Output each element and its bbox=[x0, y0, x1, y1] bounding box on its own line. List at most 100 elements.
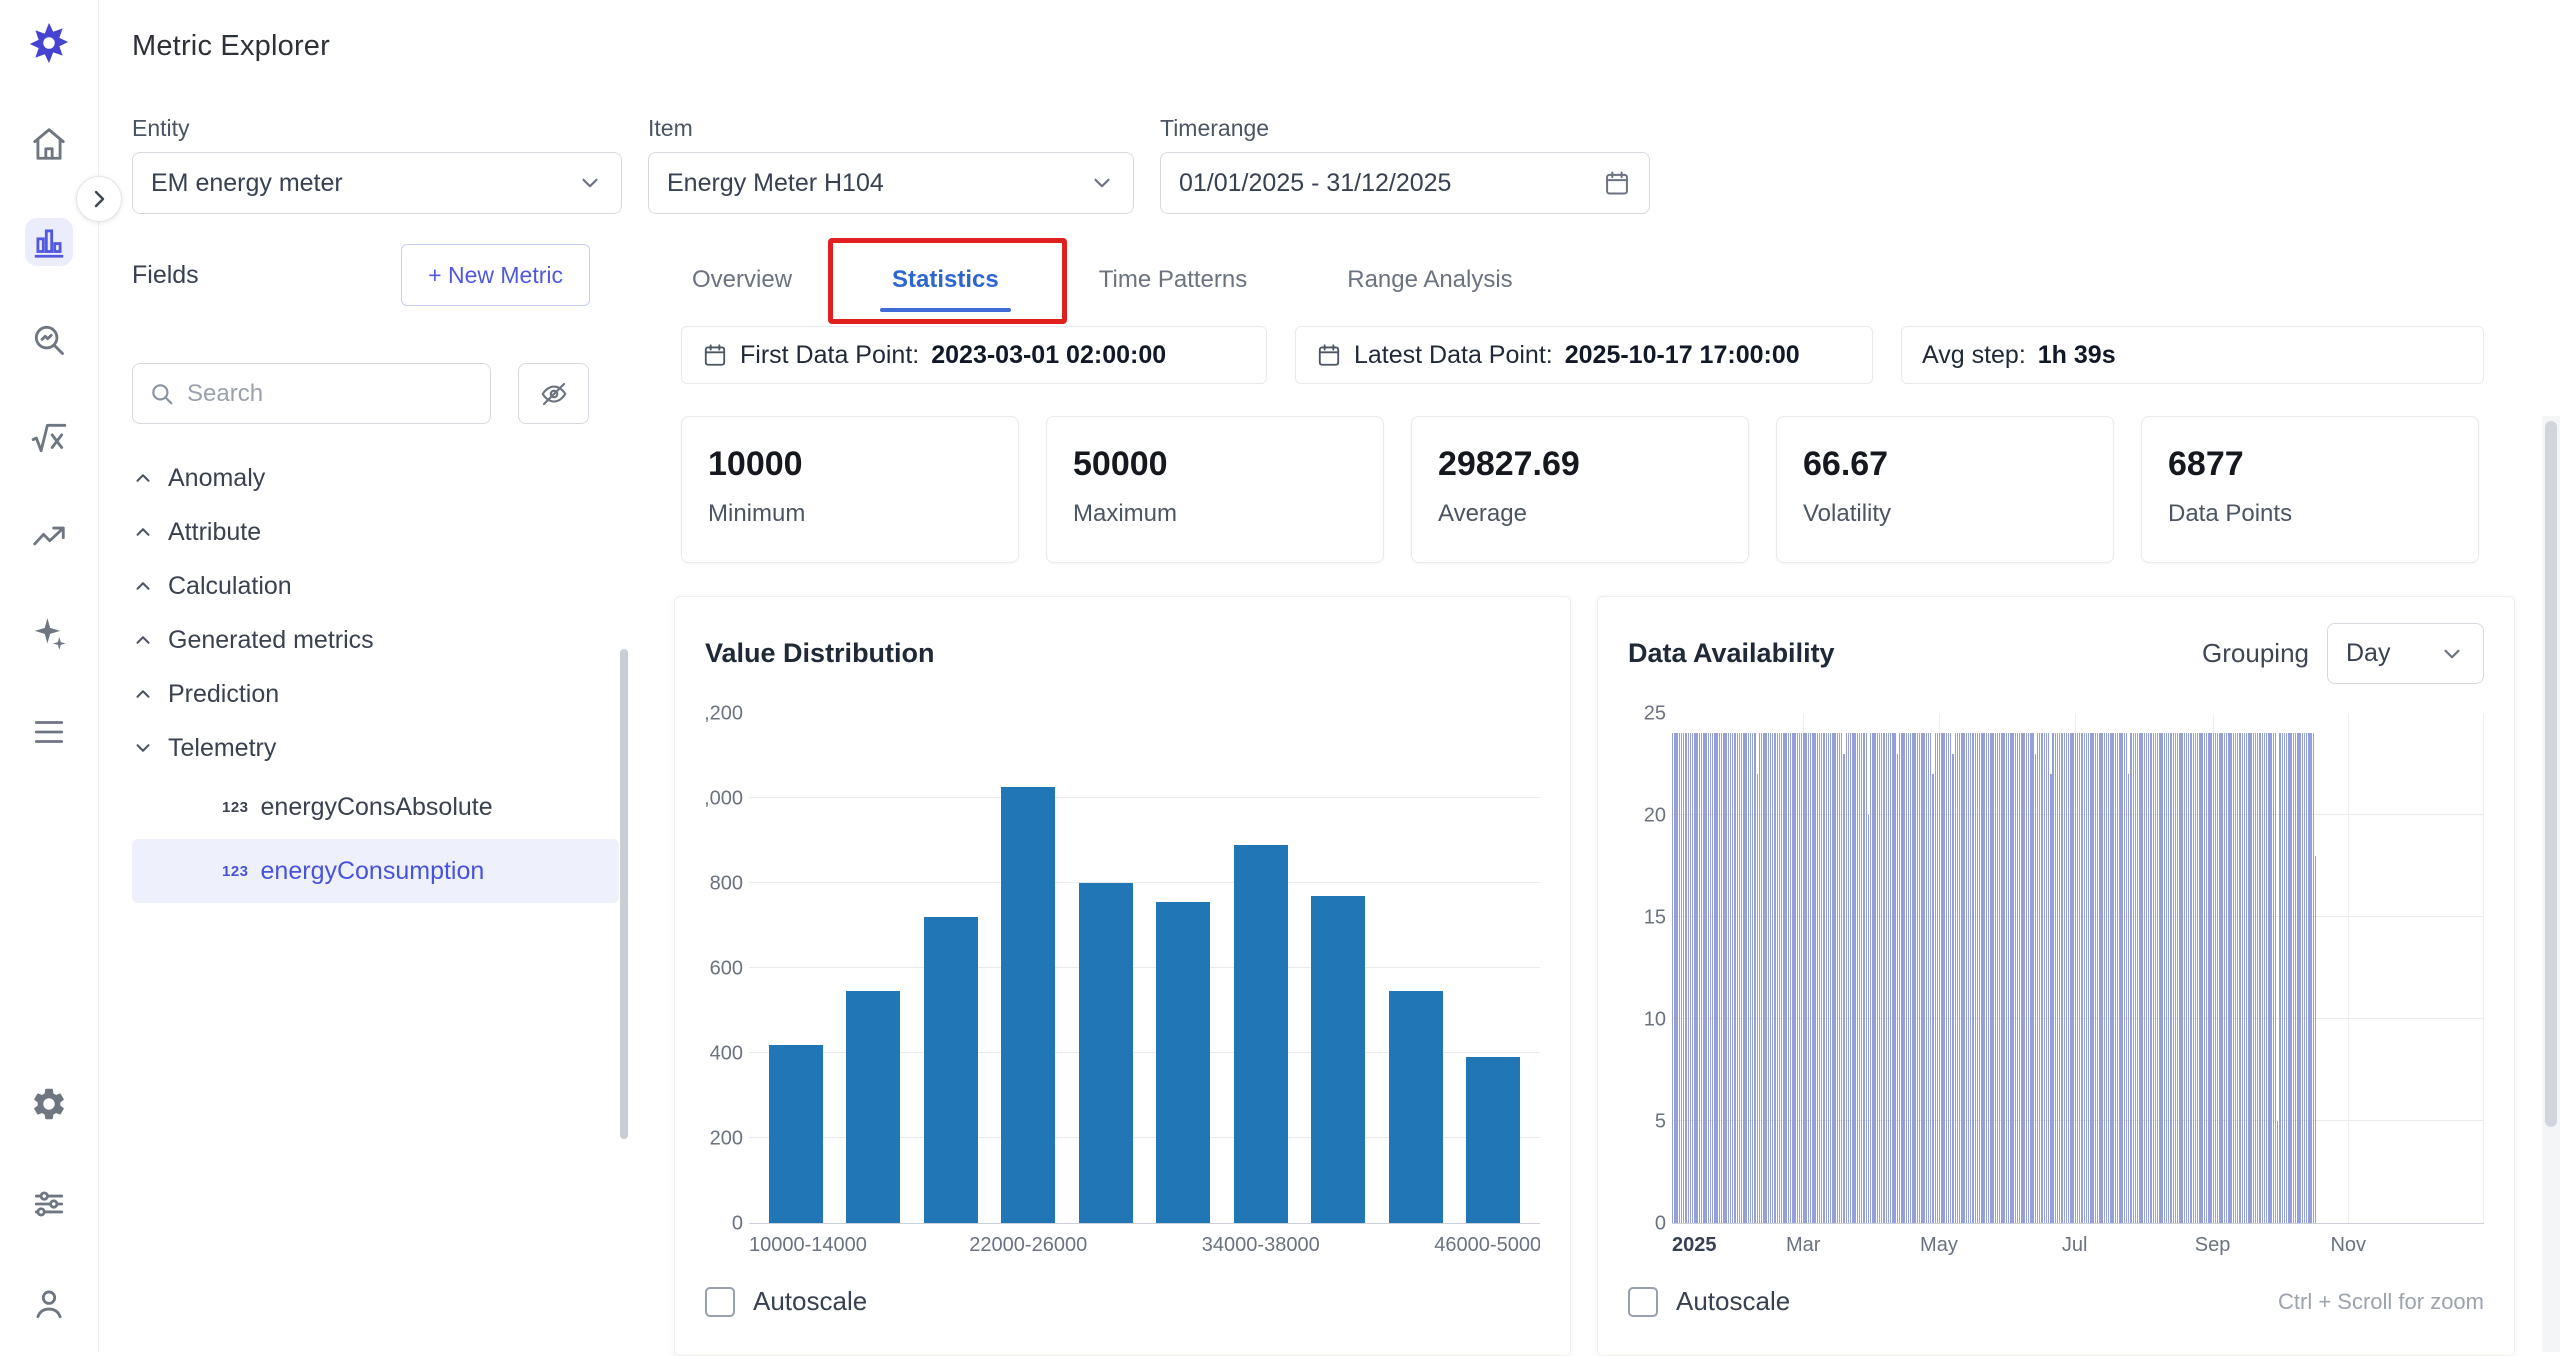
da-bar bbox=[1688, 733, 1689, 1223]
da-bar bbox=[2112, 733, 2113, 1223]
da-bar bbox=[1721, 733, 1722, 1223]
rail-item-ai-features[interactable] bbox=[25, 610, 73, 658]
field-item-energyConsumption[interactable]: 123energyConsumption bbox=[132, 839, 619, 903]
da-bar bbox=[2199, 733, 2200, 1223]
da-bar bbox=[2001, 733, 2002, 1223]
rail-item-home[interactable] bbox=[25, 120, 73, 168]
da-bar bbox=[1859, 733, 1860, 1223]
da-bar bbox=[2284, 733, 2285, 1223]
da-bar bbox=[2046, 733, 2047, 1223]
timerange-input[interactable]: 01/01/2025 - 31/12/2025 bbox=[1160, 152, 1650, 214]
stat-label: Volatility bbox=[1803, 500, 2113, 528]
da-bar bbox=[1832, 733, 1833, 1223]
stat-card-volatility: 66.67 Volatility bbox=[1776, 416, 2114, 563]
tab-range-analysis[interactable]: Range Analysis bbox=[1347, 244, 1512, 316]
timerange-label: Timerange bbox=[1160, 115, 1650, 142]
da-bar bbox=[2084, 733, 2085, 1223]
window-scrollbar bbox=[2542, 416, 2560, 1352]
da-bar bbox=[2128, 774, 2129, 1223]
tab-overview[interactable]: Overview bbox=[692, 244, 792, 316]
da-bar bbox=[1857, 733, 1858, 1223]
item-select[interactable]: Energy Meter H104 bbox=[648, 152, 1134, 214]
da-bar bbox=[2188, 733, 2189, 1223]
da-bar bbox=[2270, 733, 2271, 1223]
vd-autoscale-checkbox[interactable] bbox=[705, 1287, 735, 1317]
chip-label: Latest Data Point: bbox=[1354, 341, 1553, 370]
search-input[interactable] bbox=[187, 380, 474, 408]
chevron-down-icon bbox=[577, 170, 603, 196]
da-bar bbox=[2221, 733, 2222, 1223]
da-bar bbox=[2081, 733, 2082, 1223]
rail-item-formulas[interactable] bbox=[25, 414, 73, 462]
tab-time-patterns[interactable]: Time Patterns bbox=[1099, 244, 1248, 316]
da-bar bbox=[1705, 733, 1706, 1223]
field-group-anomaly[interactable]: Anomaly bbox=[132, 451, 630, 505]
field-item-energyConsAbsolute[interactable]: 123energyConsAbsolute bbox=[132, 775, 619, 839]
rail-item-metric-explorer[interactable] bbox=[25, 218, 73, 266]
rail-item-preferences[interactable] bbox=[25, 1180, 73, 1228]
tab-statistics[interactable]: Statistics bbox=[892, 244, 999, 316]
da-bar bbox=[2315, 856, 2316, 1223]
vd-x-tick-label: 10000-14000 bbox=[749, 1234, 867, 1257]
da-bar bbox=[2010, 733, 2011, 1223]
rail-item-trends[interactable] bbox=[25, 512, 73, 560]
da-bar bbox=[2239, 733, 2240, 1223]
da-bar bbox=[1943, 733, 1944, 1223]
da-bar bbox=[1894, 733, 1895, 1223]
da-bar bbox=[1963, 733, 1964, 1223]
da-bar bbox=[1872, 733, 1873, 1223]
rail-item-account[interactable] bbox=[25, 1280, 73, 1328]
da-bar bbox=[1897, 754, 1898, 1223]
tab-bar: Overview Statistics Time Patterns Range Ana… bbox=[674, 244, 2560, 316]
da-bar bbox=[1941, 733, 1942, 1223]
da-autoscale-checkbox[interactable] bbox=[1628, 1287, 1658, 1317]
chevron-down-icon bbox=[2439, 641, 2465, 667]
vd-bar bbox=[1389, 991, 1443, 1223]
field-group-attribute[interactable]: Attribute bbox=[132, 505, 630, 559]
window-scrollbar-thumb[interactable] bbox=[2545, 421, 2557, 1127]
da-bar bbox=[2310, 733, 2311, 1223]
da-bar bbox=[1797, 733, 1798, 1223]
da-bar bbox=[2135, 733, 2136, 1223]
da-bar bbox=[2124, 733, 2125, 1223]
new-metric-button[interactable]: + New Metric bbox=[401, 244, 590, 306]
field-item-label: energyConsAbsolute bbox=[261, 793, 493, 822]
field-group-generated-metrics[interactable]: Generated metrics bbox=[132, 613, 630, 667]
da-bar bbox=[1674, 733, 1675, 1223]
da-bar bbox=[2110, 733, 2111, 1223]
rail-item-menu[interactable] bbox=[25, 708, 73, 756]
vd-bar bbox=[1466, 1057, 1520, 1223]
vd-y-tick-label: 600 bbox=[710, 958, 743, 981]
da-bar bbox=[1955, 733, 1956, 1223]
expand-sidebar-button[interactable] bbox=[76, 176, 122, 222]
da-bar bbox=[1886, 733, 1887, 1223]
stat-value: 66.67 bbox=[1803, 445, 2113, 484]
entity-select[interactable]: EM energy meter bbox=[132, 152, 622, 214]
da-bar bbox=[2075, 733, 2076, 1223]
chip-label: First Data Point: bbox=[740, 341, 919, 370]
da-bar bbox=[2219, 733, 2220, 1223]
field-group-prediction[interactable]: Prediction bbox=[132, 667, 630, 721]
grouping-select[interactable]: Day bbox=[2327, 623, 2484, 684]
toggle-hidden-fields-button[interactable] bbox=[518, 363, 589, 424]
fields-panel: Fields + New Metric AnomalyAttributeCalc… bbox=[99, 244, 630, 1352]
da-bar bbox=[1752, 733, 1753, 1223]
da-bar bbox=[1770, 733, 1771, 1223]
da-bar bbox=[1910, 733, 1911, 1223]
da-bar bbox=[2108, 733, 2109, 1223]
da-bar bbox=[2235, 733, 2236, 1223]
chevron-up-icon bbox=[132, 575, 154, 597]
vd-x-tick-label: 34000-38000 bbox=[1202, 1234, 1320, 1257]
da-bar bbox=[2035, 754, 2036, 1223]
da-bar bbox=[1957, 733, 1958, 1223]
field-group-telemetry[interactable]: Telemetry bbox=[132, 721, 630, 775]
da-bar bbox=[2228, 733, 2229, 1223]
field-group-calculation[interactable]: Calculation bbox=[132, 559, 630, 613]
stat-card-average: 29827.69Average bbox=[1411, 416, 1749, 563]
rail-item-settings[interactable] bbox=[25, 1080, 73, 1128]
da-y-tick-label: 25 bbox=[1644, 703, 1666, 726]
fields-scrollbar-thumb[interactable] bbox=[620, 649, 628, 1139]
search-insight-icon bbox=[30, 321, 68, 359]
search-icon bbox=[149, 381, 175, 407]
rail-item-insights[interactable] bbox=[25, 316, 73, 364]
